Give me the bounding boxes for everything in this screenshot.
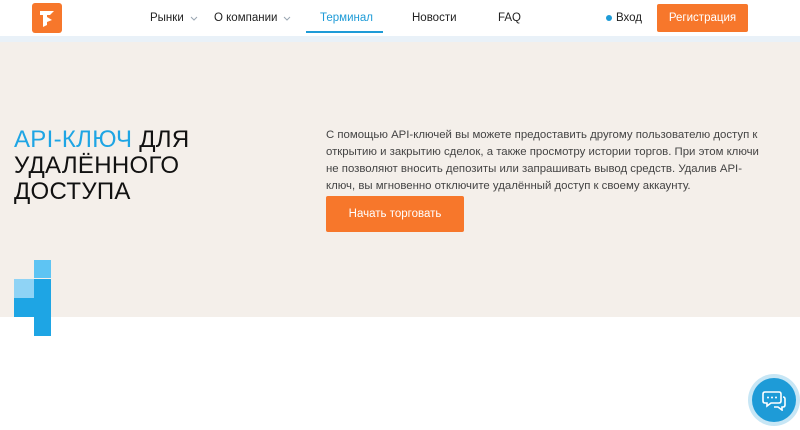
- login-dot-icon: [606, 15, 612, 21]
- login-label: Вход: [616, 12, 643, 24]
- nav-item-markets-label: Рынки: [150, 12, 184, 24]
- logo-mark-icon[interactable]: [32, 3, 62, 33]
- nav-item-about[interactable]: О компании: [214, 12, 291, 24]
- start-trading-button[interactable]: Начать торговать: [326, 196, 464, 232]
- nav-item-faq-label: FAQ: [498, 12, 522, 24]
- chevron-down-icon: [284, 16, 291, 21]
- login-link[interactable]: Вход: [606, 12, 642, 24]
- nav-item-markets[interactable]: Рынки: [150, 12, 198, 24]
- title-line-2: УДАЛЁННОГО: [14, 152, 180, 179]
- nav-item-terminal-label: Терминал: [320, 12, 373, 24]
- nav-item-faq[interactable]: FAQ: [498, 12, 521, 24]
- hero-description: С помощью API-ключей вы можете предостав…: [326, 129, 759, 192]
- chevron-down-icon: [190, 16, 198, 21]
- nav-item-terminal[interactable]: Терминал: [320, 12, 373, 24]
- pixel-decoration-icon: [14, 260, 54, 336]
- register-button[interactable]: Регистрация: [657, 4, 748, 32]
- page-title: API-КЛЮЧ ДЛЯ УДАЛЁННОГО ДОСТУПА: [14, 127, 189, 205]
- top-navigation-bar: Рынки О компании Терминал Новости FAQ Вх…: [0, 0, 800, 36]
- title-rest: ДЛЯ: [132, 126, 190, 153]
- title-line-1: API-КЛЮЧ ДЛЯ: [14, 127, 189, 153]
- nav-item-news-label: Новости: [412, 12, 457, 24]
- active-tab-indicator: [306, 31, 383, 33]
- nav-item-about-label: О компании: [214, 12, 278, 24]
- nav-item-news[interactable]: Новости: [412, 12, 457, 24]
- title-line-3: ДОСТУПА: [14, 178, 131, 205]
- chat-bubbles-icon[interactable]: [752, 378, 796, 422]
- title-accent: API-КЛЮЧ: [14, 126, 133, 153]
